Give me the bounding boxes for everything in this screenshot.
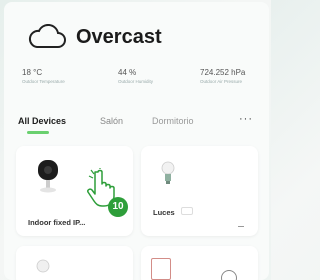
- tab-dormitorio[interactable]: Dormitorio: [152, 116, 194, 126]
- stat-label: Outdoor Temperature: [22, 79, 65, 84]
- stat-pressure: 724.252 hPa Outdoor Air Pressure: [200, 68, 245, 84]
- weather-stats: 18 °C Outdoor Temperature 44 % Outdoor H…: [0, 68, 271, 98]
- tab-salon[interactable]: Salón: [100, 116, 123, 126]
- weather-condition: Overcast: [76, 25, 162, 48]
- tab-all-devices[interactable]: All Devices: [18, 116, 66, 126]
- stat-value: 18 °C: [22, 68, 43, 77]
- step-number-badge: 10: [108, 197, 128, 217]
- bulb-icon: [161, 161, 175, 184]
- power-toggle[interactable]: [221, 270, 237, 280]
- stat-label: Outdoor Humidity: [118, 79, 154, 84]
- more-tabs-button[interactable]: ···: [239, 113, 253, 125]
- device-card-bulb[interactable]: [16, 246, 133, 280]
- stat-value: 724.252 hPa: [200, 68, 246, 77]
- group-badge: [181, 207, 193, 215]
- active-tab-indicator: [27, 131, 49, 134]
- stat-humidity: 44 % Outdoor Humidity: [118, 68, 153, 84]
- stat-value: 44 %: [118, 68, 137, 77]
- room-tabs: All Devices Salón Dormitorio ···: [0, 110, 271, 134]
- state-indicator: [238, 226, 244, 227]
- panel-icon: [151, 258, 171, 280]
- device-name: Indoor fixed IP...: [28, 218, 86, 227]
- stat-label: Outdoor Air Pressure: [200, 79, 243, 84]
- weather-summary: Overcast: [28, 20, 162, 54]
- stat-temperature: 18 °C Outdoor Temperature: [22, 68, 65, 84]
- device-card-luces[interactable]: Luces: [141, 146, 258, 236]
- device-name: Luces: [153, 208, 175, 217]
- bulb-icon: [36, 259, 50, 273]
- device-card-panel[interactable]: [141, 246, 258, 280]
- cloud-icon: [28, 24, 66, 48]
- camera-icon: [38, 160, 58, 193]
